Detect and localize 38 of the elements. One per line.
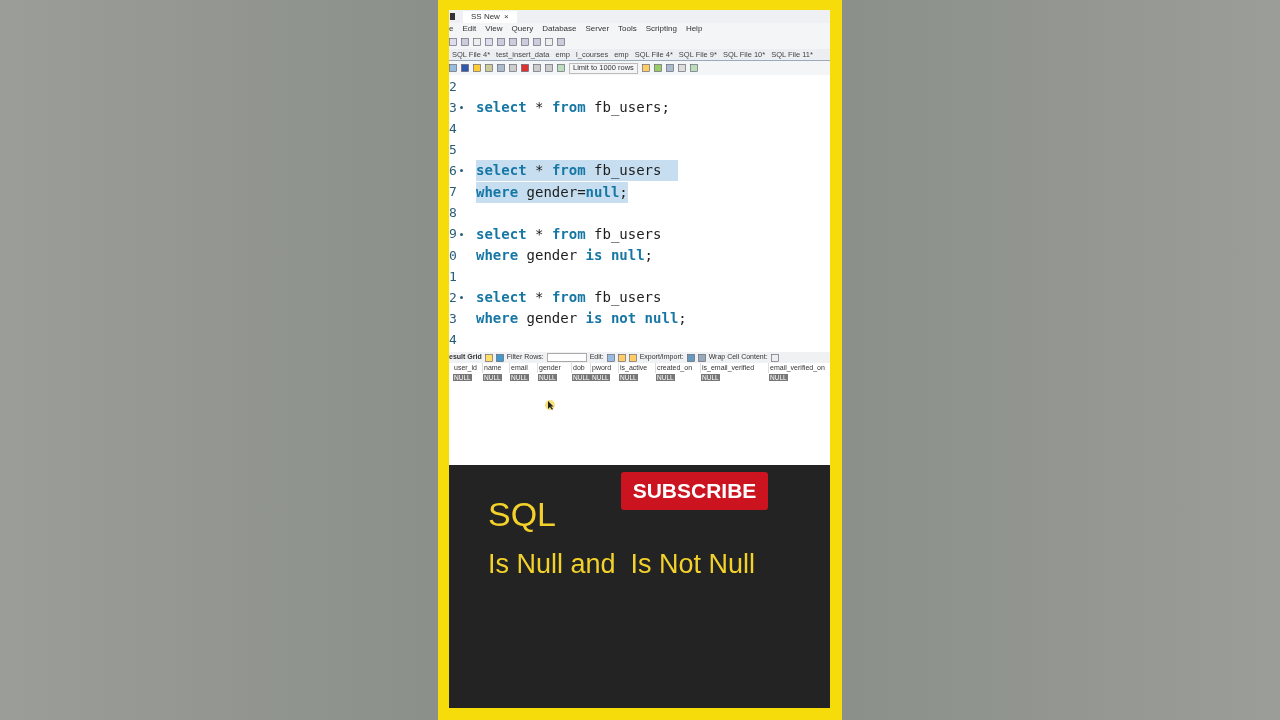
filter-field[interactable] — [546, 353, 587, 363]
connection-tab[interactable]: SS New × — [463, 10, 517, 23]
menu-item[interactable]: Query — [511, 23, 534, 35]
menu-item[interactable]: View — [485, 23, 503, 35]
line-number: 1 — [449, 267, 458, 286]
menu-item[interactable]: e — [449, 23, 454, 35]
menu-item[interactable]: Database — [542, 23, 577, 35]
line-number: 4 — [449, 120, 458, 138]
fold-marker[interactable] — [460, 106, 463, 110]
video-subtitle: Is Null and Is Not Null — [488, 551, 756, 578]
line-number: 7 — [449, 183, 458, 202]
video-title: SQL — [488, 497, 557, 531]
menu-item[interactable]: Scripting — [645, 23, 677, 35]
fold-marker[interactable] — [460, 169, 463, 173]
menu-item[interactable]: Tools — [618, 23, 637, 35]
fold-marker[interactable] — [460, 232, 463, 236]
line-number: 4 — [449, 330, 458, 349]
line-number: 9 — [449, 225, 458, 244]
mouse-cursor-icon — [545, 400, 555, 413]
close-icon[interactable]: × — [503, 10, 509, 23]
line-number: 3 — [449, 309, 458, 328]
menu-item[interactable]: Edit — [462, 23, 477, 35]
line-number: 6 — [449, 162, 458, 181]
code-line: where gender is not null; — [476, 309, 687, 329]
line-number: 2 — [449, 77, 458, 96]
line-number: 2 — [449, 288, 458, 307]
code-line: select * from fb_users; — [476, 98, 670, 118]
code-line: where gender is null; — [476, 245, 654, 265]
subscribe-button[interactable]: SUBSCRIBE — [621, 472, 768, 510]
line-number: 8 — [449, 204, 458, 223]
fold-marker[interactable] — [460, 296, 463, 299]
code-line: select * from fb_users — [476, 224, 662, 245]
code-line: select * from fb_users — [476, 288, 662, 308]
menu-item[interactable]: Help — [685, 23, 703, 35]
line-number: 3 — [449, 98, 458, 117]
line-number: 5 — [449, 141, 458, 160]
menu-item[interactable]: Server — [585, 23, 610, 35]
line-number: 0 — [449, 246, 458, 265]
